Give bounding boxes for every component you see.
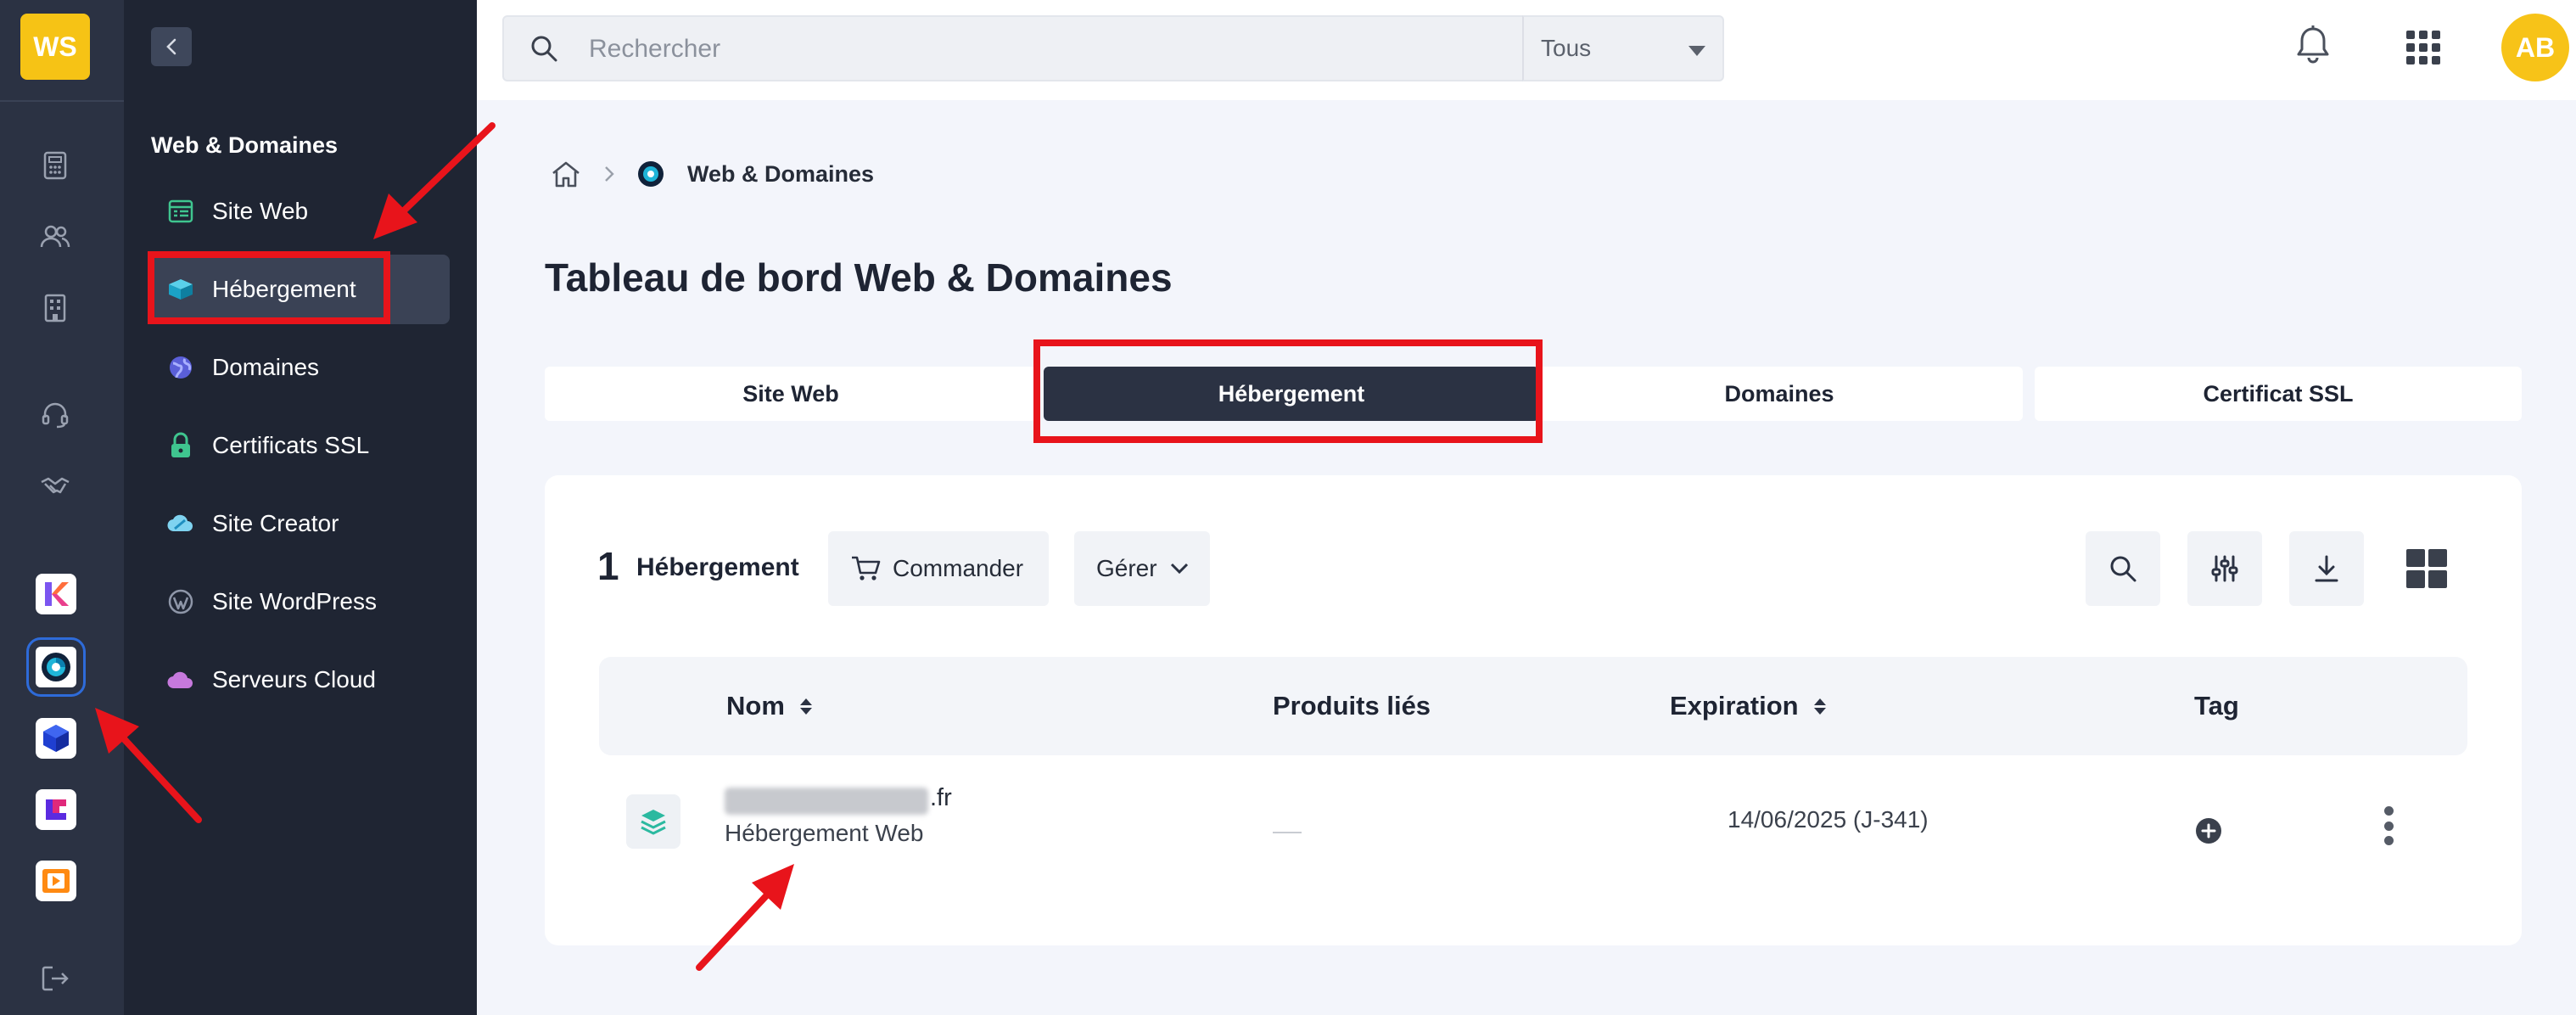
tab-site-web[interactable]: Site Web: [545, 367, 1037, 421]
order-button-label: Commander: [893, 555, 1024, 581]
headset-icon[interactable]: [34, 394, 76, 436]
hosting-icon: [166, 275, 195, 304]
top-bar: Tous AB: [477, 0, 2576, 100]
search-icon: [529, 34, 558, 63]
sliders-icon: [2210, 554, 2239, 583]
order-button[interactable]: Commander: [828, 531, 1049, 606]
menu-item-hebergement[interactable]: Hébergement: [149, 255, 450, 324]
kdrive-app-icon[interactable]: [36, 789, 76, 830]
search-input[interactable]: [589, 29, 1140, 70]
web-domains-app-icon[interactable]: [26, 637, 86, 697]
tab-bar: Site Web Hébergement Domaines Certificat…: [545, 367, 2522, 421]
export-button[interactable]: [2289, 531, 2364, 606]
menu-item-label: Serveurs Cloud: [212, 666, 376, 693]
breadcrumb: Web & Domaines: [550, 160, 874, 188]
manage-dropdown[interactable]: Gérer: [1074, 531, 1210, 606]
menu-item-site-creator[interactable]: Site Creator: [149, 489, 450, 558]
hosting-list-card: 1 Hébergement Commander Gérer Nom Produi…: [545, 475, 2522, 945]
bell-icon[interactable]: [2294, 24, 2332, 66]
menu-section-title: Web & Domaines: [151, 132, 339, 158]
expiration-date: 14/06/2025 (J-341): [1728, 806, 1929, 833]
media-app-icon[interactable]: [36, 861, 76, 901]
rail-divider: [0, 100, 124, 102]
hosting-stack-icon: [626, 794, 680, 849]
column-tag-label: Tag: [2194, 691, 2239, 721]
home-icon[interactable]: [550, 160, 582, 188]
filter-button[interactable]: [2187, 531, 2262, 606]
side-menu: Web & Domaines Site Web Hébergement Doma…: [124, 0, 477, 1015]
site-creator-icon: [166, 509, 195, 538]
chevron-down-icon: [1169, 562, 1190, 575]
menu-item-label: Site Web: [212, 198, 309, 224]
search-icon: [2108, 554, 2137, 583]
breadcrumb-current[interactable]: Web & Domaines: [687, 161, 874, 188]
table-header: Nom Produits liés Expiration Tag: [599, 657, 2467, 755]
search-scope-select[interactable]: Tous: [1522, 15, 1724, 81]
domain-suffix[interactable]: .fr: [930, 784, 952, 812]
tab-hebergement[interactable]: Hébergement: [1044, 367, 1539, 421]
cloud-icon: [166, 665, 195, 694]
workspace-logo[interactable]: WS: [20, 14, 90, 80]
app-rail: WS: [0, 0, 124, 1015]
menu-item-site-web[interactable]: Site Web: [149, 177, 450, 246]
menu-item-site-wordpress[interactable]: Site WordPress: [149, 567, 450, 636]
logout-icon[interactable]: [34, 957, 76, 1000]
website-icon: [166, 197, 195, 226]
download-icon: [2314, 554, 2339, 583]
column-nom[interactable]: Nom: [726, 691, 812, 721]
chevron-right-icon: [604, 165, 614, 182]
menu-item-label: Domaines: [212, 354, 320, 380]
page-title: Tableau de bord Web & Domaines: [545, 255, 1173, 300]
column-expiration[interactable]: Expiration: [1670, 691, 1826, 721]
add-tag-icon[interactable]: [2194, 816, 2223, 845]
tab-certificat-ssl[interactable]: Certificat SSL: [2035, 367, 2522, 421]
sort-icon: [1813, 698, 1826, 715]
menu-item-serveurs-cloud[interactable]: Serveurs Cloud: [149, 645, 450, 715]
hosting-type: Hébergement Web: [725, 820, 924, 846]
search-scope-value: Tous: [1541, 35, 1592, 61]
menu-item-domaines[interactable]: Domaines: [149, 333, 450, 402]
menu-item-label: Site Creator: [212, 510, 339, 536]
cube-app-icon[interactable]: [36, 718, 76, 759]
column-produits-lies-label: Produits liés: [1273, 691, 1431, 721]
users-icon[interactable]: [34, 216, 76, 258]
building-icon[interactable]: [34, 287, 76, 329]
search-list-button[interactable]: [2086, 531, 2160, 606]
collapse-menu-button[interactable]: [151, 27, 192, 66]
redacted-domain-name: [725, 788, 928, 815]
row-actions-menu[interactable]: [2376, 803, 2401, 849]
column-expiration-label: Expiration: [1670, 691, 1799, 721]
avatar[interactable]: AB: [2501, 14, 2569, 81]
sort-icon: [799, 698, 812, 715]
kchat-app-icon[interactable]: [36, 574, 76, 614]
column-produits-lies: Produits liés: [1273, 691, 1431, 721]
calculator-icon[interactable]: [34, 144, 76, 187]
globe-icon: [166, 353, 195, 382]
grid-view-button[interactable]: [2389, 531, 2464, 606]
table-row[interactable]: .fr Hébergement Web 14/06/2025 (J-341): [599, 757, 2467, 884]
tab-domaines[interactable]: Domaines: [1536, 367, 2023, 421]
menu-item-label: Site WordPress: [212, 588, 377, 614]
chevron-down-icon: [1688, 46, 1705, 56]
cart-icon: [850, 555, 881, 582]
web-domains-icon: [636, 160, 665, 188]
search-box: [502, 15, 1548, 81]
result-count-label: Hébergement: [636, 553, 799, 581]
apps-grid-icon[interactable]: [2405, 29, 2442, 66]
menu-item-label: Certificats SSL: [212, 432, 370, 458]
manage-dropdown-label: Gérer: [1096, 555, 1157, 581]
column-tag: Tag: [2194, 691, 2239, 721]
result-count: 1: [597, 544, 619, 588]
menu-item-certificats-ssl[interactable]: Certificats SSL: [149, 411, 450, 480]
grid-view-icon: [2405, 547, 2449, 590]
column-nom-label: Nom: [726, 691, 785, 721]
handshake-icon[interactable]: [34, 465, 76, 508]
wordpress-icon: [166, 587, 195, 616]
linked-products-empty: [1273, 832, 1302, 833]
menu-item-label: Hébergement: [212, 276, 356, 302]
lock-icon: [166, 431, 195, 460]
